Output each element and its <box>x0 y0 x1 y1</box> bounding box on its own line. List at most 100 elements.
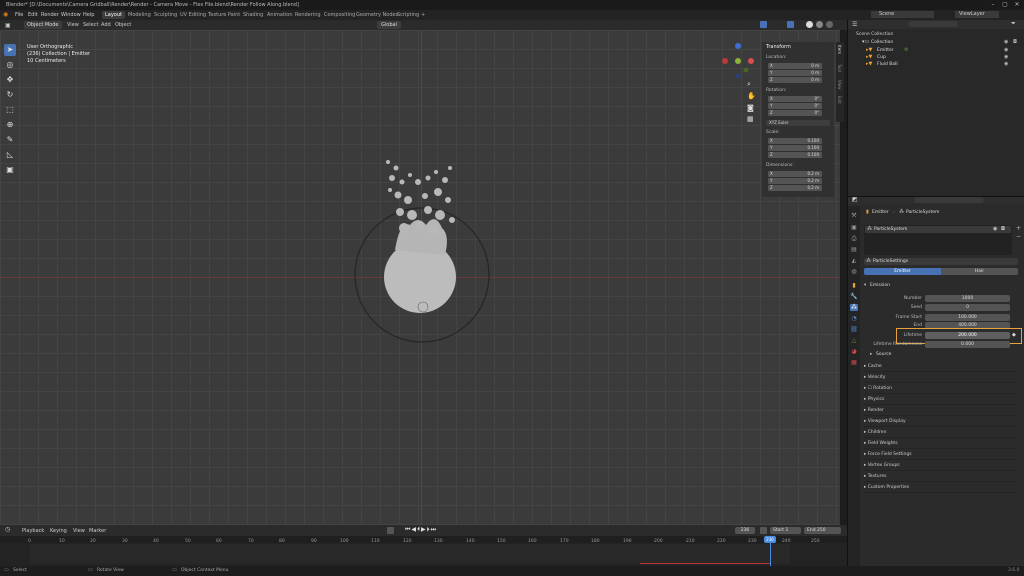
particle-properties-icon[interactable]: ⁂ <box>850 304 858 311</box>
timeline-editor-icon[interactable]: ◷ <box>5 526 10 533</box>
panel-field-weights[interactable]: ▸ Field Weights <box>864 439 1016 449</box>
rotation-y-field[interactable]: Y 0° <box>768 103 822 109</box>
render-properties-icon[interactable]: ▣ <box>850 224 858 231</box>
xray-toggle-icon[interactable] <box>787 21 794 28</box>
scene-properties-icon[interactable]: ◭ <box>850 257 858 264</box>
pan-icon[interactable]: ✋ <box>747 92 756 100</box>
menu-file[interactable]: File <box>15 12 23 18</box>
scale-z-field[interactable]: Z 0.100 <box>768 152 822 158</box>
physics-properties-icon[interactable]: ◔ <box>850 315 858 322</box>
type-tab-emitter[interactable]: Emitter <box>864 268 941 275</box>
panel-textures[interactable]: ▸ Textures <box>864 472 1016 482</box>
rotate-tool-icon[interactable]: ↻ <box>4 89 16 101</box>
area-divider[interactable] <box>847 20 848 566</box>
world-properties-icon[interactable]: ◍ <box>850 268 858 275</box>
remove-icon[interactable]: − <box>1016 233 1021 240</box>
outliner-search-input[interactable] <box>908 21 958 27</box>
number-field[interactable]: 1000 <box>925 295 1010 302</box>
material-properties-icon[interactable]: ◕ <box>850 348 858 355</box>
scale-tool-icon[interactable]: ⬚ <box>4 104 16 116</box>
source-panel-header[interactable]: ▸ Source <box>870 351 1018 360</box>
panel-velocity[interactable]: ▸ Velocity <box>864 373 1016 383</box>
location-x-field[interactable]: X0 m <box>768 63 822 69</box>
visibility-icon[interactable]: ◉ <box>1004 39 1008 45</box>
menu-help[interactable]: Help <box>83 12 94 18</box>
add-cube-tool-icon[interactable]: ▣ <box>4 164 16 176</box>
perspective-toggle-icon[interactable]: ▦ <box>747 115 754 123</box>
panel-force-field-settings[interactable]: ▸ Force Field Settings <box>864 450 1016 460</box>
add-icon[interactable]: + <box>1016 225 1021 232</box>
lifetime-randomness-field[interactable]: 0.000 <box>925 341 1010 348</box>
panel-children[interactable]: ▸ Children <box>864 428 1016 438</box>
panel-render[interactable]: ▸ Render <box>864 406 1016 416</box>
visibility-icon[interactable]: ◉ <box>1004 61 1008 67</box>
frame-start-field[interactable]: 100.000 <box>925 314 1010 321</box>
properties-type-icon[interactable]: ◩ <box>852 196 858 203</box>
panel-custom-properties[interactable]: ▸ Custom Properties <box>864 483 1016 493</box>
modifier-properties-icon[interactable]: 🔧 <box>850 293 858 300</box>
menu-render[interactable]: Render <box>41 12 59 18</box>
annotate-tool-icon[interactable]: ✎ <box>4 134 16 146</box>
playback-controls-icon[interactable]: ⏮◀⏴▶⏵⏭ <box>405 526 437 534</box>
select-tool-icon[interactable]: ➤ <box>4 44 16 56</box>
3d-viewport[interactable]: ⌕ ✋ ◙ ▦ <box>0 30 840 525</box>
render-visibility-icon[interactable]: ◘ <box>1013 39 1017 45</box>
scene-selector[interactable]: Scene <box>871 11 934 18</box>
particle-settings-selector[interactable]: ⁂ ParticleSettings <box>864 258 1018 265</box>
viewport-menu-view[interactable]: View <box>67 22 79 28</box>
lifetime-field[interactable]: 200.000 <box>925 332 1010 339</box>
properties-search-input[interactable] <box>914 197 984 203</box>
dimensions-x-field[interactable]: X 0.2 m <box>768 171 822 177</box>
dimensions-z-field[interactable]: Z 0.2 m <box>768 185 822 191</box>
viewport-menu-add[interactable]: Add <box>101 22 111 28</box>
panel-vertex-groups[interactable]: ▸ Vertex Groups <box>864 461 1016 471</box>
transform-panel-title[interactable]: Transform <box>766 44 791 50</box>
tool-properties-icon[interactable]: ⚒ <box>850 212 858 219</box>
panel-viewport-display[interactable]: ▸ Viewport Display <box>864 417 1016 427</box>
zoom-icon[interactable]: ⌕ <box>747 80 751 89</box>
visibility-icon[interactable]: ◉ <box>1004 54 1008 60</box>
minimize-icon[interactable]: – <box>988 1 998 8</box>
measure-tool-icon[interactable]: ◺ <box>4 149 16 161</box>
view-layer-properties-icon[interactable]: ▤ <box>850 246 858 253</box>
type-tab-hair[interactable]: Hair <box>941 268 1018 275</box>
outliner-collection-row[interactable]: ▾▭ Collection ◉ ◘ <box>862 39 1022 46</box>
transform-orientation-selector[interactable]: Global <box>377 21 401 29</box>
timeline-menu-marker[interactable]: Marker <box>89 528 106 534</box>
visibility-icon[interactable]: ◉ <box>993 226 997 232</box>
timeline-menu-keying[interactable]: Keying <box>50 528 67 534</box>
texture-properties-icon[interactable]: ▦ <box>850 359 858 366</box>
outliner-row-cup[interactable]: ▸▼ Cup ◉ <box>866 54 1022 61</box>
end-frame-field[interactable]: End 250 <box>804 527 841 534</box>
maximize-icon[interactable]: ▢ <box>1000 1 1010 8</box>
preview-range-icon[interactable] <box>760 527 767 534</box>
location-z-field[interactable]: Z0 m <box>768 77 822 83</box>
scale-y-field[interactable]: Y 0.100 <box>768 145 822 151</box>
tab-layout[interactable]: Layout <box>102 11 125 19</box>
add-workspace-icon[interactable]: + <box>418 11 428 19</box>
data-properties-icon[interactable]: △ <box>850 337 858 344</box>
navigation-gizmo[interactable] <box>720 40 756 78</box>
scale-x-field[interactable]: X 0.100 <box>768 138 822 144</box>
visibility-icon[interactable]: ◉ <box>1004 47 1008 53</box>
tab-shading[interactable]: Shading <box>240 11 266 19</box>
tab-item[interactable]: Item <box>837 45 842 54</box>
render-visibility-icon[interactable]: ◘ <box>1001 226 1005 232</box>
scene-collection-label[interactable]: Scene Collection <box>856 32 893 37</box>
blender-logo-icon[interactable]: ◉ <box>3 11 8 18</box>
record-button[interactable] <box>387 527 394 534</box>
tab-modeling[interactable]: Modeling <box>125 11 154 19</box>
transform-tool-icon[interactable]: ⊕ <box>4 119 16 131</box>
rotation-x-field[interactable]: X 0° <box>768 96 822 102</box>
rotation-z-field[interactable]: Z 0° <box>768 110 822 116</box>
emission-panel-header[interactable]: ▾ Emission <box>864 282 1018 291</box>
dimensions-y-field[interactable]: Y 0.2 m <box>768 178 822 184</box>
editor-type-icon[interactable]: ▣ <box>5 22 11 29</box>
keyframe-icon[interactable]: ◆ <box>1012 332 1016 338</box>
tab-tool[interactable]: Tool <box>837 64 842 72</box>
outliner-type-icon[interactable]: ☰ <box>852 21 857 28</box>
close-icon[interactable]: ✕ <box>1012 1 1022 8</box>
move-tool-icon[interactable]: ✥ <box>4 74 16 86</box>
viewport-menu-object[interactable]: Object <box>115 22 131 28</box>
timeline-menu-playback[interactable]: Playback <box>22 528 44 534</box>
